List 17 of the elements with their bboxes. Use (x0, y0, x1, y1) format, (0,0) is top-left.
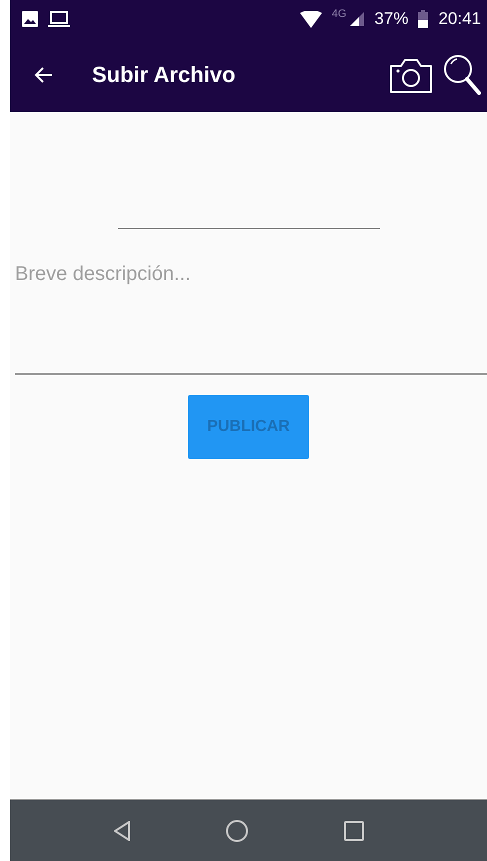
laptop-icon (48, 11, 70, 27)
clock-time: 20:41 (438, 9, 481, 29)
publish-button[interactable]: PUBLICAR (188, 395, 309, 459)
home-icon[interactable] (226, 820, 248, 842)
recents-icon[interactable] (344, 820, 364, 840)
signal-icon (350, 12, 364, 26)
battery-icon (418, 10, 428, 28)
back-arrow-icon[interactable] (34, 67, 52, 83)
screen-title: Subir Archivo (92, 62, 236, 88)
camera-icon[interactable] (389, 56, 433, 94)
network-type: 4G (332, 8, 346, 20)
battery-percent: 37% (374, 9, 408, 29)
wifi-icon (300, 10, 322, 28)
back-icon[interactable] (114, 820, 130, 840)
image-icon (22, 11, 38, 27)
search-icon[interactable] (443, 54, 481, 96)
description-field[interactable]: Breve descripción... (15, 243, 487, 375)
